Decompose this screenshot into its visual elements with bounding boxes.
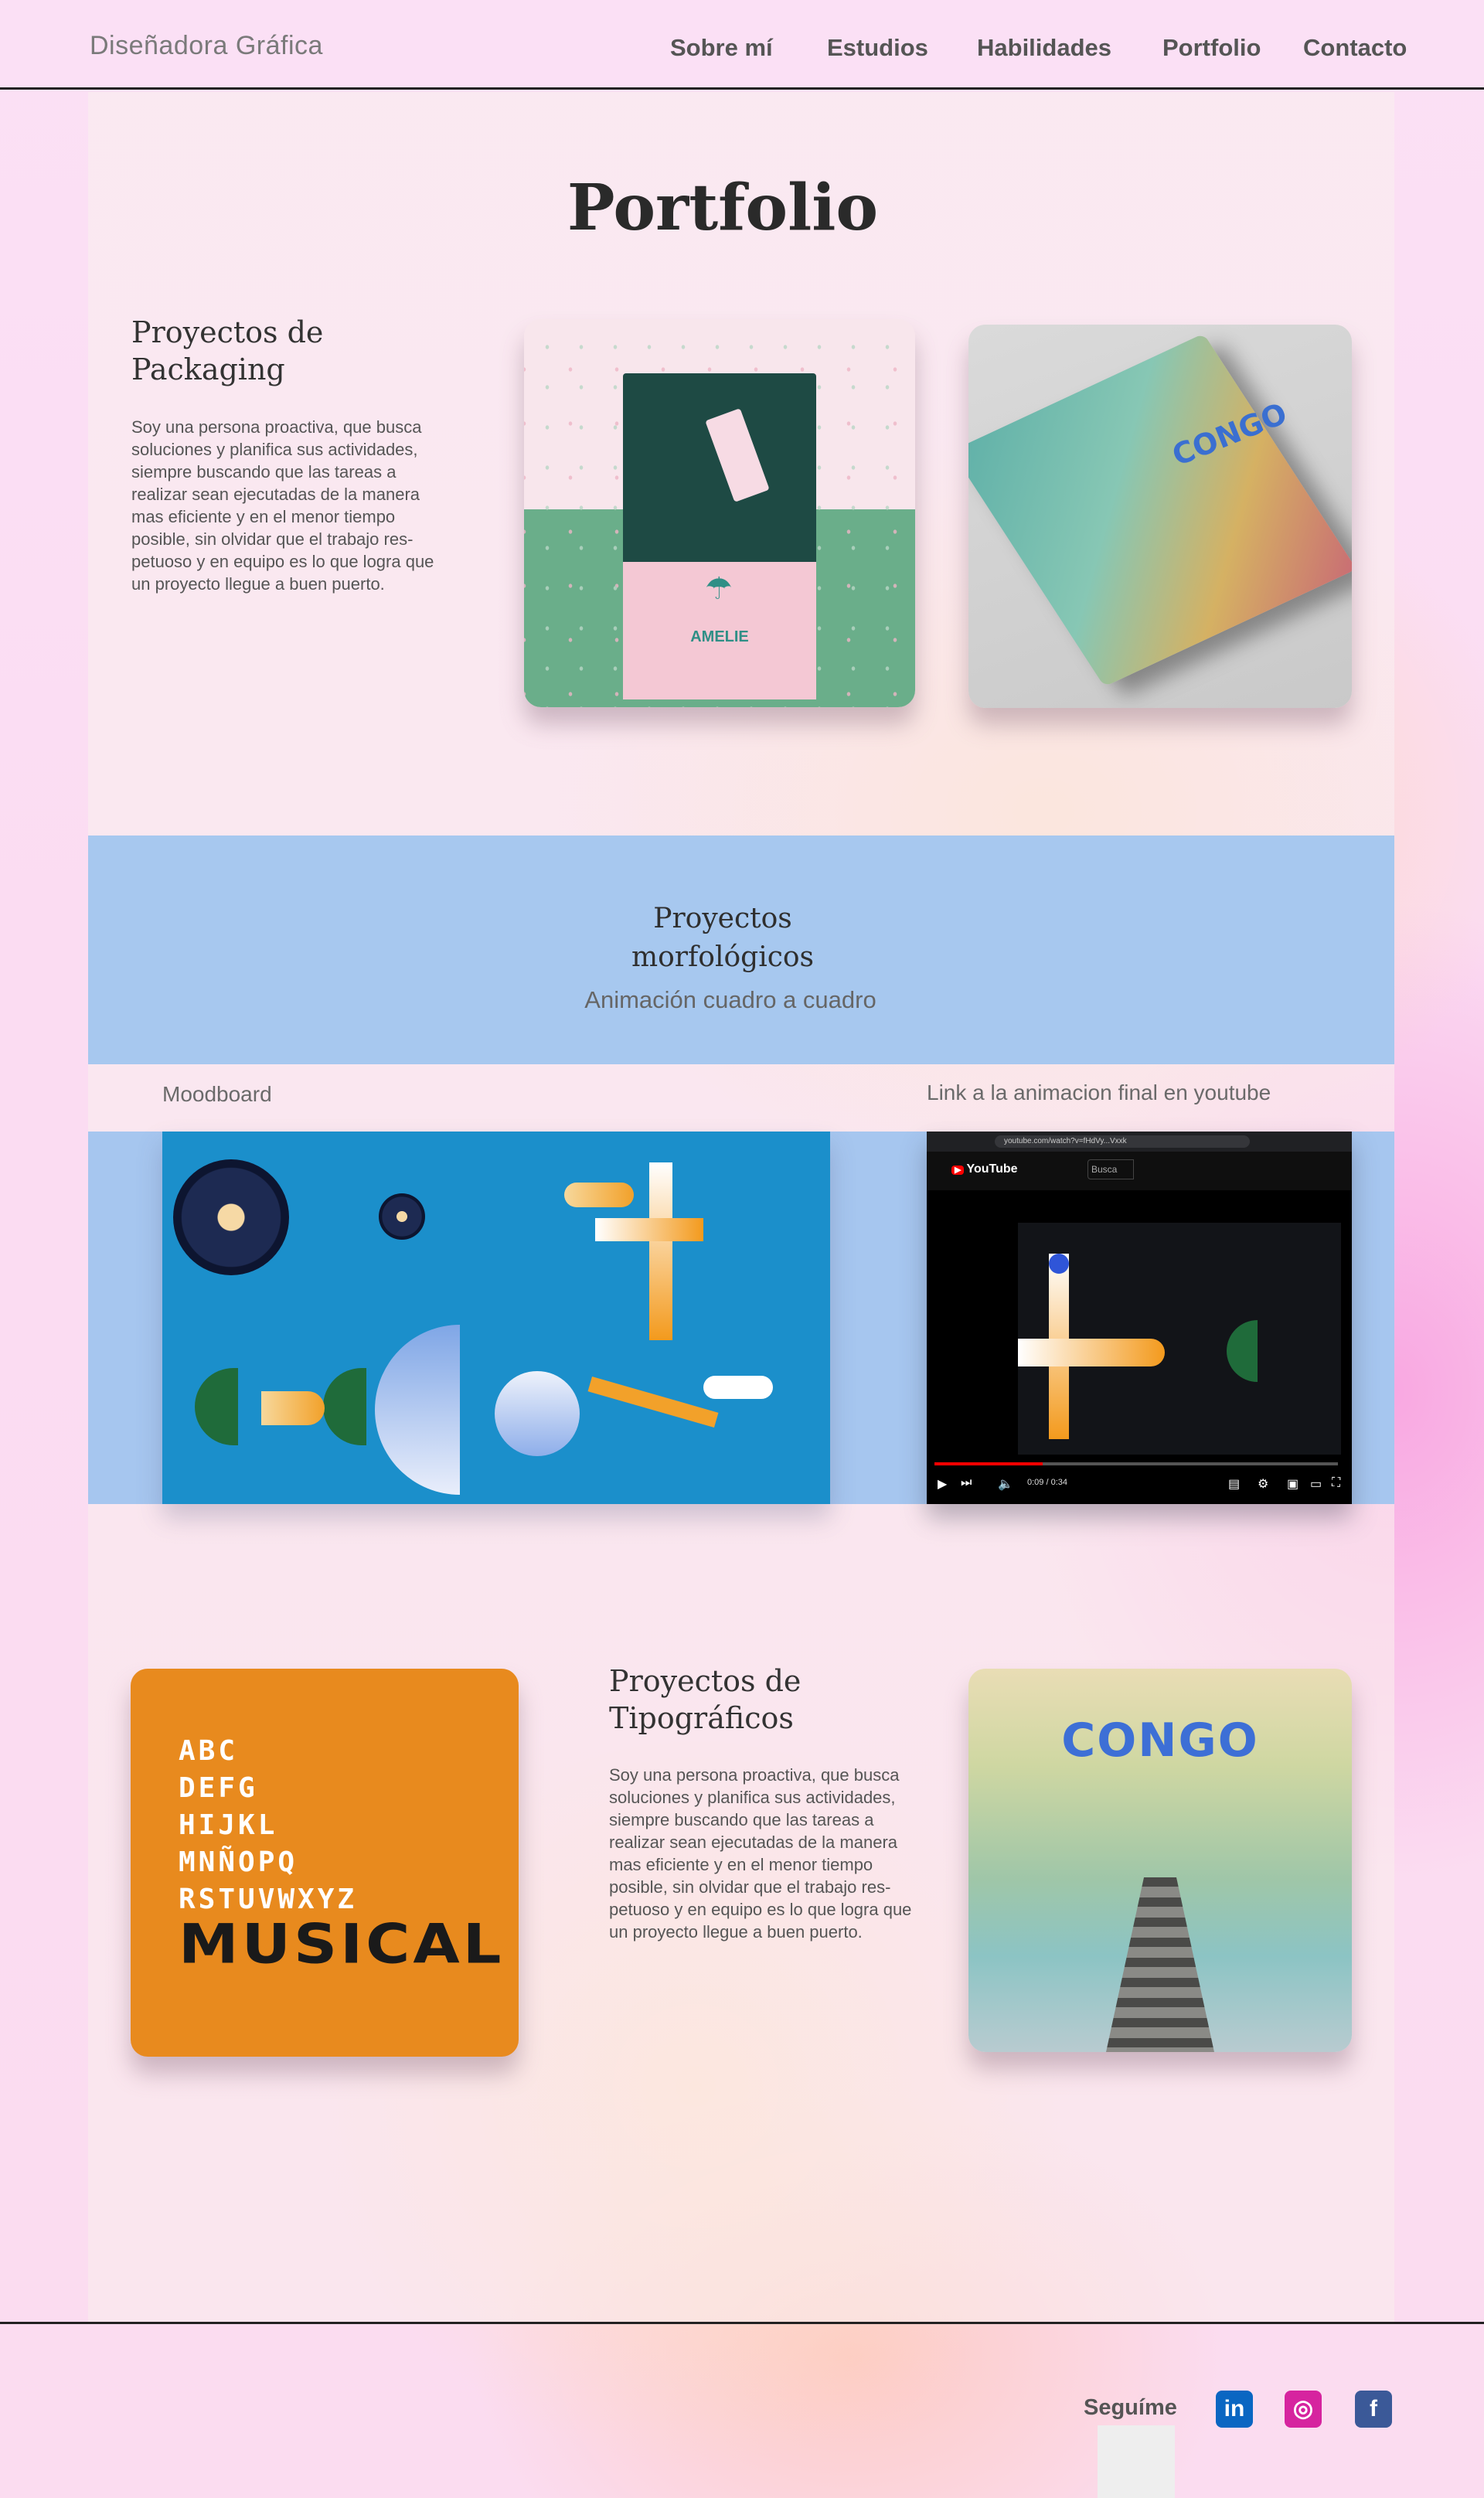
morphology-subtitle: Animación cuadro a cuadro bbox=[584, 986, 876, 1013]
typography-title-line1: Proyectos de bbox=[609, 1664, 802, 1698]
next-icon[interactable]: ⏭ bbox=[961, 1476, 972, 1490]
packaging-description: Soy una persona proactiva, que busca sol… bbox=[131, 417, 434, 594]
video-progress-bar[interactable] bbox=[934, 1462, 1338, 1465]
video-time: 0:09 / 0:34 bbox=[1027, 1478, 1067, 1487]
video-capsule-shape bbox=[1018, 1339, 1165, 1366]
nav-estudios[interactable]: Estudios bbox=[827, 34, 928, 62]
congo-poster-title: CONGO bbox=[1061, 1714, 1259, 1768]
bag-top bbox=[623, 373, 816, 562]
packaging-title-line1: Proyectos de bbox=[131, 315, 324, 349]
volume-icon[interactable]: 🔈 bbox=[998, 1476, 1013, 1492]
typography-card-image[interactable]: ABC DEFG HIJKL MNÑOPQ RSTUVWXYZ MUSICAL bbox=[131, 1669, 519, 2057]
typography-description: Soy una persona proactiva, que busca sol… bbox=[609, 1765, 912, 1942]
ramp-shape bbox=[587, 1376, 719, 1428]
umbrella-icon: ☂ bbox=[705, 572, 733, 606]
half-circle-shape bbox=[375, 1325, 460, 1495]
alphabet-row-5: RSTUVWXYZ bbox=[179, 1884, 358, 1915]
vertical-bar-shape bbox=[649, 1162, 672, 1340]
nav-habilidades[interactable]: Habilidades bbox=[977, 34, 1111, 62]
follow-label: Seguíme bbox=[1084, 2395, 1177, 2420]
video-frame[interactable] bbox=[1018, 1223, 1341, 1455]
amelie-packaging-image[interactable]: ☂ AMELIE bbox=[524, 319, 915, 707]
play-logo-icon: ▶ bbox=[951, 1166, 965, 1175]
linkedin-icon[interactable]: in bbox=[1216, 2391, 1253, 2428]
vinyl-record-shape bbox=[173, 1159, 289, 1275]
alphabet-row-1: ABC bbox=[179, 1735, 239, 1767]
instagram-icon[interactable]: ◎ bbox=[1285, 2391, 1322, 2428]
miniplayer-icon[interactable]: ▣ bbox=[1287, 1476, 1298, 1492]
play-icon[interactable]: ▶ bbox=[938, 1476, 947, 1492]
browser-chrome: youtube.com/watch?v=fHdVy...Vxxk bbox=[927, 1132, 1352, 1152]
footer-placeholder-block bbox=[1098, 2425, 1175, 2498]
video-green-shape bbox=[1227, 1320, 1258, 1382]
footer-divider bbox=[0, 2322, 1484, 2324]
packaging-title: Proyectos de Packaging bbox=[131, 314, 323, 388]
nav-sobre-mi[interactable]: Sobre mí bbox=[670, 34, 773, 62]
packaging-title-line2: Packaging bbox=[131, 352, 285, 386]
browser-url[interactable]: youtube.com/watch?v=fHdVy...Vxxk bbox=[995, 1135, 1250, 1148]
video-ball-shape bbox=[1049, 1254, 1069, 1274]
spring-shape bbox=[703, 1376, 773, 1399]
page-title: Portfolio bbox=[567, 171, 879, 245]
orange-capsule-shape bbox=[261, 1391, 325, 1425]
moodboard-label: Moodboard bbox=[162, 1082, 272, 1106]
youtube-search-input[interactable]: Busca bbox=[1087, 1159, 1134, 1179]
video-progress-fill bbox=[934, 1462, 1043, 1465]
nav-portfolio[interactable]: Portfolio bbox=[1162, 34, 1261, 62]
congo-box-image[interactable]: CONGO bbox=[968, 325, 1352, 708]
pill-shape bbox=[564, 1183, 634, 1207]
captions-icon[interactable]: ▤ bbox=[1228, 1476, 1240, 1492]
horizontal-bar-shape bbox=[595, 1218, 703, 1241]
musical-wordmark: MUSICAL bbox=[179, 1913, 505, 1976]
glass-sphere-shape bbox=[495, 1371, 580, 1456]
moodboard-image[interactable] bbox=[162, 1132, 830, 1504]
youtube-link-label[interactable]: Link a la animacion final en youtube bbox=[927, 1081, 1271, 1105]
facebook-icon[interactable]: f bbox=[1355, 2391, 1392, 2428]
morphology-title-line2: morfológicos bbox=[631, 941, 815, 973]
morphology-title: Proyectos morfológicos bbox=[0, 900, 1445, 977]
youtube-logo-text: YouTube bbox=[966, 1162, 1018, 1176]
alphabet-row-2: DEFG bbox=[179, 1772, 258, 1804]
youtube-logo[interactable]: ▶ YouTube bbox=[951, 1162, 1018, 1176]
nav-contacto[interactable]: Contacto bbox=[1303, 34, 1407, 62]
green-half-disc-shape-2 bbox=[323, 1368, 366, 1445]
alphabet-row-4: MNÑOPQ bbox=[179, 1846, 298, 1878]
settings-icon[interactable]: ⚙ bbox=[1258, 1476, 1268, 1492]
green-half-disc-shape bbox=[195, 1368, 238, 1445]
alphabet-row-3: HIJKL bbox=[179, 1809, 278, 1841]
fullscreen-icon[interactable]: ⛶ bbox=[1332, 1476, 1340, 1490]
small-vinyl-shape bbox=[379, 1193, 425, 1240]
typography-title: Proyectos de Tipográficos bbox=[609, 1662, 801, 1737]
youtube-embed[interactable]: youtube.com/watch?v=fHdVy...Vxxk ▶ YouTub… bbox=[927, 1132, 1352, 1504]
amelie-brand-mark: AMELIE bbox=[690, 628, 749, 645]
site-header: Diseñadora Gráfica Sobre mí Estudios Hab… bbox=[0, 0, 1484, 90]
main-nav: Sobre mí Estudios Habilidades Portfolio … bbox=[0, 34, 1484, 65]
congo-poster-image[interactable]: CONGO bbox=[968, 1669, 1352, 2052]
typography-title-line2: Tipográficos bbox=[609, 1701, 794, 1735]
bridge-shape bbox=[1106, 1877, 1214, 2052]
game-box bbox=[968, 333, 1352, 687]
theater-icon[interactable]: ▭ bbox=[1310, 1476, 1322, 1492]
morphology-title-line1: Proyectos bbox=[653, 903, 792, 934]
